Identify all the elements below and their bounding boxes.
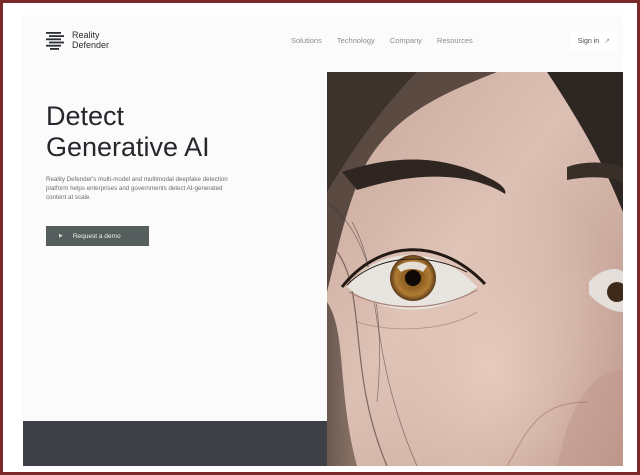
- sign-in-button[interactable]: Sign in ↗: [570, 31, 617, 51]
- hero-title-line2: Generative AI: [46, 132, 210, 162]
- hero-title: Detect Generative AI: [46, 101, 210, 163]
- hero-image: [327, 72, 623, 466]
- nav-item-technology[interactable]: Technology: [337, 36, 375, 45]
- request-demo-button[interactable]: ▶ Request a demo: [46, 226, 149, 246]
- brand-logo[interactable]: Reality Defender: [44, 29, 109, 51]
- screenshot-frame: Reality Defender Solutions Technology Co…: [0, 0, 640, 475]
- main-nav: Solutions Technology Company Resources: [291, 36, 488, 45]
- play-icon: ▶: [59, 233, 63, 239]
- brand-name: Reality Defender: [72, 30, 109, 50]
- nav-item-resources[interactable]: Resources: [437, 36, 473, 45]
- landing-page: Reality Defender Solutions Technology Co…: [23, 15, 623, 466]
- request-demo-label: Request a demo: [72, 232, 121, 240]
- nav-item-solutions[interactable]: Solutions: [291, 36, 322, 45]
- stacked-bars-logo-icon: [46, 32, 64, 50]
- nav-item-company[interactable]: Company: [390, 36, 422, 45]
- sign-in-label: Sign in: [577, 37, 600, 45]
- hero-title-line1: Detect: [46, 101, 125, 131]
- brand-name-line1: Reality: [72, 30, 100, 40]
- hero-description: Reality Defender's multi-model and multi…: [46, 176, 228, 202]
- face-closeup-image: [327, 72, 623, 466]
- arrow-up-right-icon: ↗: [604, 38, 610, 45]
- brand-name-line2: Defender: [72, 40, 110, 50]
